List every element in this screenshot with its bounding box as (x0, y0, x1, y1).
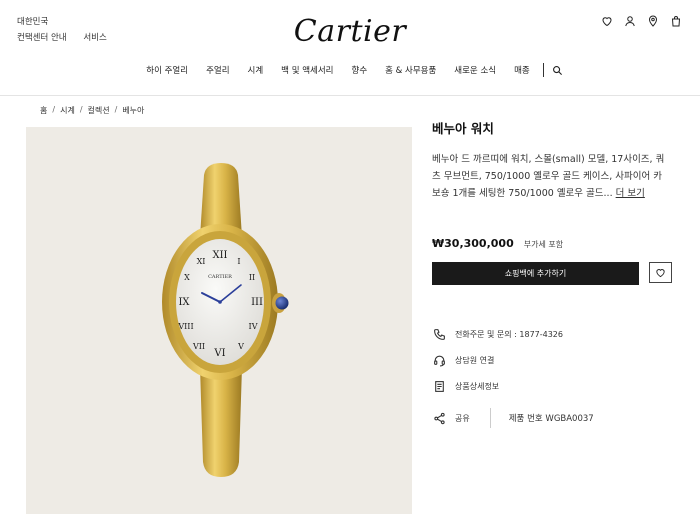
lower-bangle (200, 367, 242, 477)
price-row: ₩30,300,000 부가세 포함 (432, 237, 563, 250)
main-nav: 하이 주얼리 주얼리 시계 백 및 액세서리 향수 홈 & 사무용품 새로운 소… (0, 63, 700, 77)
heart-icon (656, 269, 665, 278)
product-code: 제품 번호 WGBA0037 (508, 414, 594, 424)
bag-icon[interactable] (669, 14, 682, 27)
nav-watches[interactable]: 시계 (248, 64, 264, 76)
svg-text:IV: IV (249, 322, 258, 331)
utility-icons (600, 14, 682, 27)
svg-text:V: V (237, 342, 244, 351)
nav-bags-accessories[interactable]: 백 및 액세서리 (281, 64, 333, 76)
header-divider (0, 95, 700, 96)
sapphire-cabochon (275, 296, 289, 310)
heart-icon[interactable] (600, 14, 613, 27)
details-text: 상품상세정보 (455, 381, 500, 391)
product-panel: 베누아 워치 베누아 드 까르띠에 워치, 스몰(small) 모델, 17사이… (432, 118, 672, 428)
svg-text:XII: XII (212, 250, 227, 261)
product-title: 베누아 워치 (432, 121, 494, 136)
breadcrumb: 홈 / 시계 / 컬렉션 / 베누아 (40, 105, 144, 116)
read-more-link[interactable]: 더 보기 (616, 188, 645, 199)
share-row: 공유 제품 번호 WGBA0037 (432, 408, 594, 428)
svg-text:II: II (249, 273, 255, 282)
chat-row[interactable]: 상담원 연결 (432, 353, 494, 367)
svg-text:I: I (237, 257, 240, 266)
dial-brand: CARTIER (208, 274, 232, 280)
location-icon[interactable] (646, 14, 659, 27)
headset-icon (432, 353, 446, 367)
breadcrumb-home[interactable]: 홈 (40, 105, 47, 116)
nav-maison[interactable]: 매종 (514, 64, 530, 76)
breadcrumb-watches[interactable]: 시계 (60, 105, 75, 116)
nav-home-office[interactable]: 홈 & 사무용품 (385, 64, 436, 76)
svg-text:XI: XI (197, 257, 206, 266)
add-to-bag-button[interactable]: 쇼핑백에 추가하기 (432, 262, 639, 285)
watch-illustration: XII I II III IV V VI VII VIII IX X XI CA… (162, 163, 289, 477)
breadcrumb-separator: / (52, 105, 56, 114)
cartier-logo[interactable]: Cartier (0, 14, 700, 49)
svg-text:X: X (184, 273, 190, 282)
user-icon[interactable] (623, 14, 636, 27)
phone-icon (432, 327, 446, 341)
svg-text:VII: VII (192, 342, 205, 351)
document-icon (432, 379, 446, 393)
product-price: ₩30,300,000 (432, 237, 514, 250)
svg-text:VI: VI (213, 348, 225, 359)
breadcrumb-separator: / (79, 105, 83, 114)
breadcrumb-separator: / (114, 105, 118, 114)
product-description: 베누아 드 까르띠에 워치, 스몰(small) 모델, 17사이즈, 쿼츠 무… (432, 151, 668, 202)
nav-fragrance[interactable]: 향수 (352, 64, 368, 76)
nav-divider (542, 63, 544, 77)
nav-high-jewelry[interactable]: 하이 주얼리 (146, 64, 188, 76)
nav-jewelry[interactable]: 주얼리 (206, 64, 229, 76)
share-icon[interactable] (432, 411, 446, 425)
search-icon[interactable] (552, 65, 563, 76)
phone-order-text: 전화주문 및 문의 : 1877-4326 (455, 329, 563, 339)
chat-text: 상담원 연결 (455, 355, 495, 365)
svg-text:IX: IX (178, 297, 190, 308)
product-image[interactable]: XII I II III IV V VI VII VIII IX X XI CA… (26, 127, 412, 514)
vat-label: 부가세 포함 (523, 240, 564, 249)
wishlist-button[interactable] (649, 262, 672, 283)
phone-order-row[interactable]: 전화주문 및 문의 : 1877-4326 (432, 327, 563, 341)
svg-text:VIII: VIII (177, 322, 193, 331)
share-divider (489, 408, 491, 428)
svg-text:III: III (251, 297, 263, 308)
nav-whats-new[interactable]: 새로운 소식 (454, 64, 496, 76)
breadcrumb-collection[interactable]: 컬렉션 (88, 105, 110, 116)
breadcrumb-baignoire[interactable]: 베누아 (122, 105, 144, 116)
details-row[interactable]: 상품상세정보 (432, 379, 499, 393)
share-text[interactable]: 공유 (455, 413, 470, 424)
